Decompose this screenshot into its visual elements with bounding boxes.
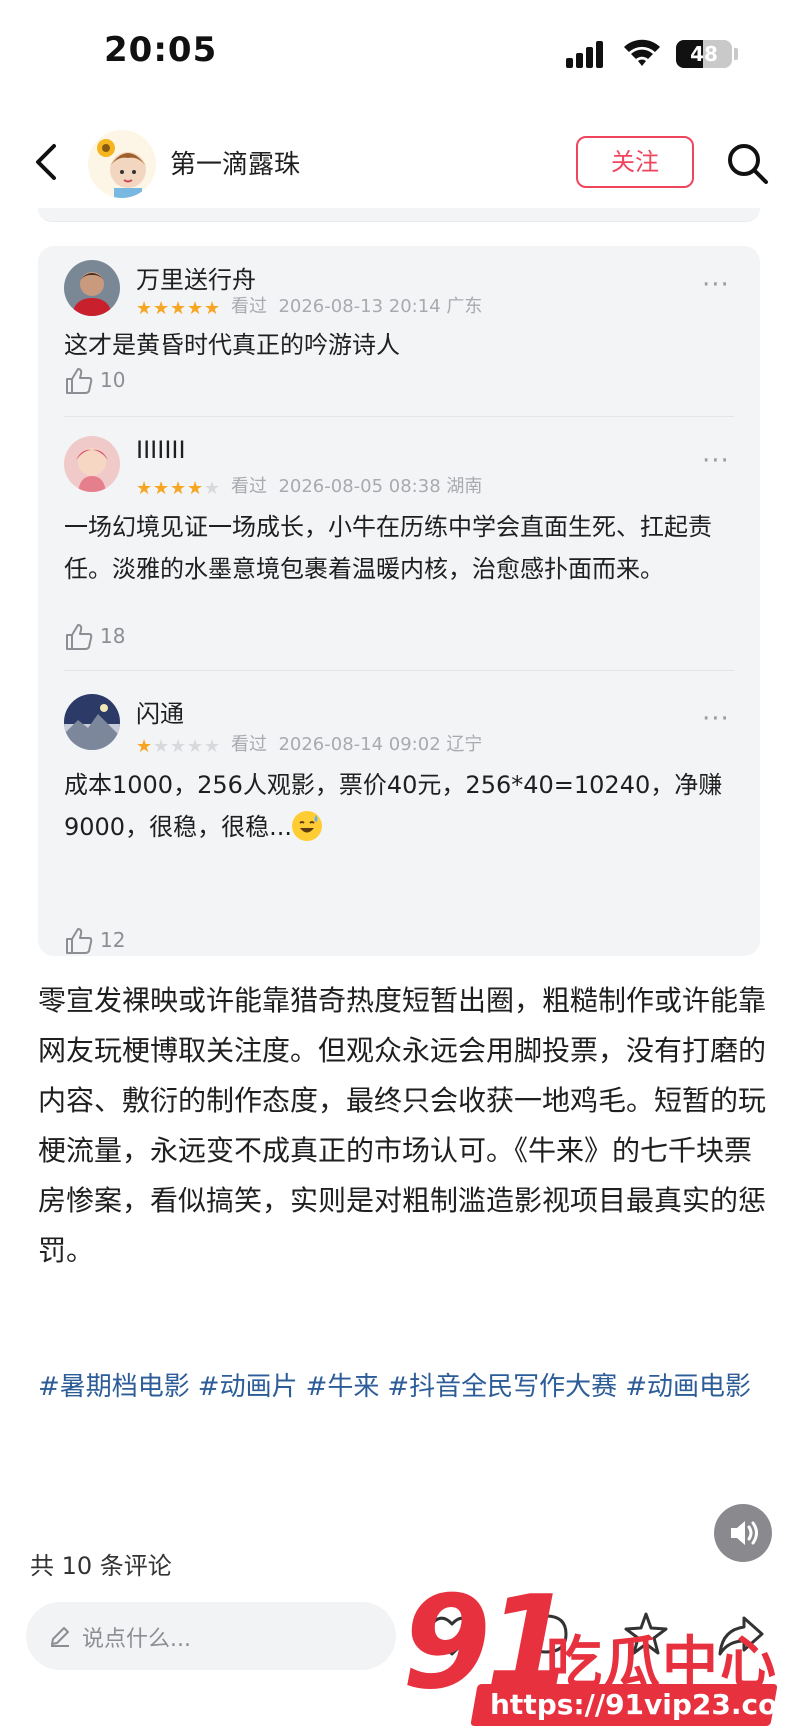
comment-input-placeholder: 说点什么... [82, 1627, 191, 1652]
star-filled-icon: ★ [187, 298, 204, 319]
previous-card-edge [38, 208, 760, 222]
author-avatar[interactable] [88, 130, 156, 198]
nav-bar: 第一滴露珠 关注 [0, 120, 800, 208]
watched-label: 看过 [231, 296, 267, 317]
like-count: 12 [100, 928, 126, 952]
hashtag-link[interactable]: #动画片 [198, 1372, 298, 1402]
star-filled-icon: ★ [204, 298, 221, 319]
comment-meta: ★★★★★ 看过 2026-08-13 20:14 广东 [136, 292, 482, 319]
comment-item: IIIIIII ★★★★★ 看过 2026-08-05 08:38 湖南 ··· … [38, 416, 760, 670]
author-name[interactable]: 第一滴露珠 [170, 144, 300, 181]
battery-level: 48 [690, 42, 718, 66]
comment-item: 万里送行舟 ★★★★★ 看过 2026-08-13 20:14 广东 ··· 这才… [38, 246, 760, 416]
status-time: 20:05 [104, 30, 218, 70]
comment-input[interactable]: 说点什么... [26, 1602, 396, 1670]
battery-cap [734, 48, 738, 60]
rating-stars: ★★★★★ [136, 736, 221, 757]
comment-location: 广东 [446, 296, 483, 317]
rating-stars: ★★★★★ [136, 478, 221, 499]
sweat-smile-emoji-icon [291, 811, 322, 841]
comment-meta: ★★★★★ 看过 2026-08-05 08:38 湖南 [136, 472, 482, 499]
hashtag-link[interactable]: #动画电影 [625, 1372, 751, 1402]
site-watermark: 91 吃瓜中心 https://91vip23.com [378, 1572, 800, 1732]
star-filled-icon: ★ [153, 478, 170, 499]
star-empty-icon: ★ [187, 736, 204, 757]
comment-location: 辽宁 [446, 734, 483, 755]
star-filled-icon: ★ [187, 478, 204, 499]
watched-label: 看过 [231, 734, 267, 755]
rating-stars: ★★★★★ [136, 298, 221, 319]
pencil-icon [51, 1627, 69, 1647]
thumbs-up-icon [66, 624, 93, 650]
watermark-url: https://91vip23.com [490, 1688, 800, 1721]
comment-text: 这才是黄昏时代真正的吟游诗人 [64, 331, 400, 359]
commenter-avatar[interactable] [64, 694, 120, 750]
comment-count: 共 10 条评论 [30, 1552, 172, 1580]
commenter-avatar[interactable] [64, 260, 120, 316]
hashtag-link[interactable]: #抖音全民写作大赛 [387, 1372, 617, 1402]
speaker-icon [731, 1521, 758, 1545]
thumbs-up-icon [66, 928, 93, 954]
thumbs-up-icon [66, 368, 93, 394]
hashtag-link[interactable]: #牛来 [306, 1372, 380, 1402]
commenter-name[interactable]: IIIIIII [136, 436, 186, 464]
back-arrow-icon[interactable] [28, 140, 68, 184]
comment-datetime: 2026-08-05 08:38 [278, 476, 441, 497]
comment-datetime: 2026-08-13 20:14 [278, 296, 441, 317]
comment-datetime: 2026-08-14 09:02 [278, 734, 441, 755]
comment-meta: ★★★★★ 看过 2026-08-14 09:02 辽宁 [136, 730, 482, 757]
more-dots-icon[interactable]: ··· [702, 446, 730, 476]
commenter-avatar[interactable] [64, 436, 120, 492]
comment-location: 湖南 [446, 476, 483, 497]
status-bar: 20:05 48 [0, 0, 800, 110]
search-icon[interactable] [724, 140, 770, 186]
battery-icon: 48 [676, 40, 732, 68]
watched-label: 看过 [231, 476, 267, 497]
signal-icon [566, 40, 610, 68]
star-empty-icon: ★ [204, 736, 221, 757]
comment-text: 一场幻境见证一场成长，小牛在历练中学会直面生死、扛起责任。淡雅的水墨意境包裹着温… [64, 513, 712, 583]
follow-button[interactable]: 关注 [576, 136, 694, 188]
volume-button[interactable] [714, 1504, 772, 1562]
commenter-name[interactable]: 万里送行舟 [136, 260, 256, 295]
star-filled-icon: ★ [136, 478, 153, 499]
comment-item: 闪通 ★★★★★ 看过 2026-08-14 09:02 辽宁 ··· 成本100… [38, 670, 760, 956]
comments-card: 万里送行舟 ★★★★★ 看过 2026-08-13 20:14 广东 ··· 这才… [38, 246, 760, 956]
comment-text-content: 成本1000，256人观影，票价40元，256*40=10240，净赚9000，… [64, 771, 723, 841]
more-dots-icon[interactable]: ··· [702, 704, 730, 734]
star-empty-icon: ★ [204, 478, 221, 499]
star-filled-icon: ★ [153, 298, 170, 319]
more-dots-icon[interactable]: ··· [702, 270, 730, 300]
like-count: 18 [100, 624, 126, 648]
star-empty-icon: ★ [153, 736, 170, 757]
commenter-name[interactable]: 闪通 [136, 694, 184, 729]
comment-text: 成本1000，256人观影，票价40元，256*40=10240，净赚9000，… [64, 764, 734, 848]
star-filled-icon: ★ [170, 478, 187, 499]
article-body: 零宣发裸映或许能靠猎奇热度短暂出圈，粗糙制作或许能靠网友玩梗博取关注度。但观众永… [38, 984, 767, 1267]
like-count: 10 [100, 368, 126, 392]
star-filled-icon: ★ [170, 298, 187, 319]
star-empty-icon: ★ [170, 736, 187, 757]
hashtag-link[interactable]: #暑期档电影 [38, 1372, 190, 1402]
wifi-icon [624, 39, 660, 66]
star-filled-icon: ★ [136, 736, 153, 757]
star-filled-icon: ★ [136, 298, 153, 319]
hashtag-list: #暑期档电影 #动画片 #牛来 #抖音全民写作大赛 #动画电影 [38, 1362, 768, 1412]
